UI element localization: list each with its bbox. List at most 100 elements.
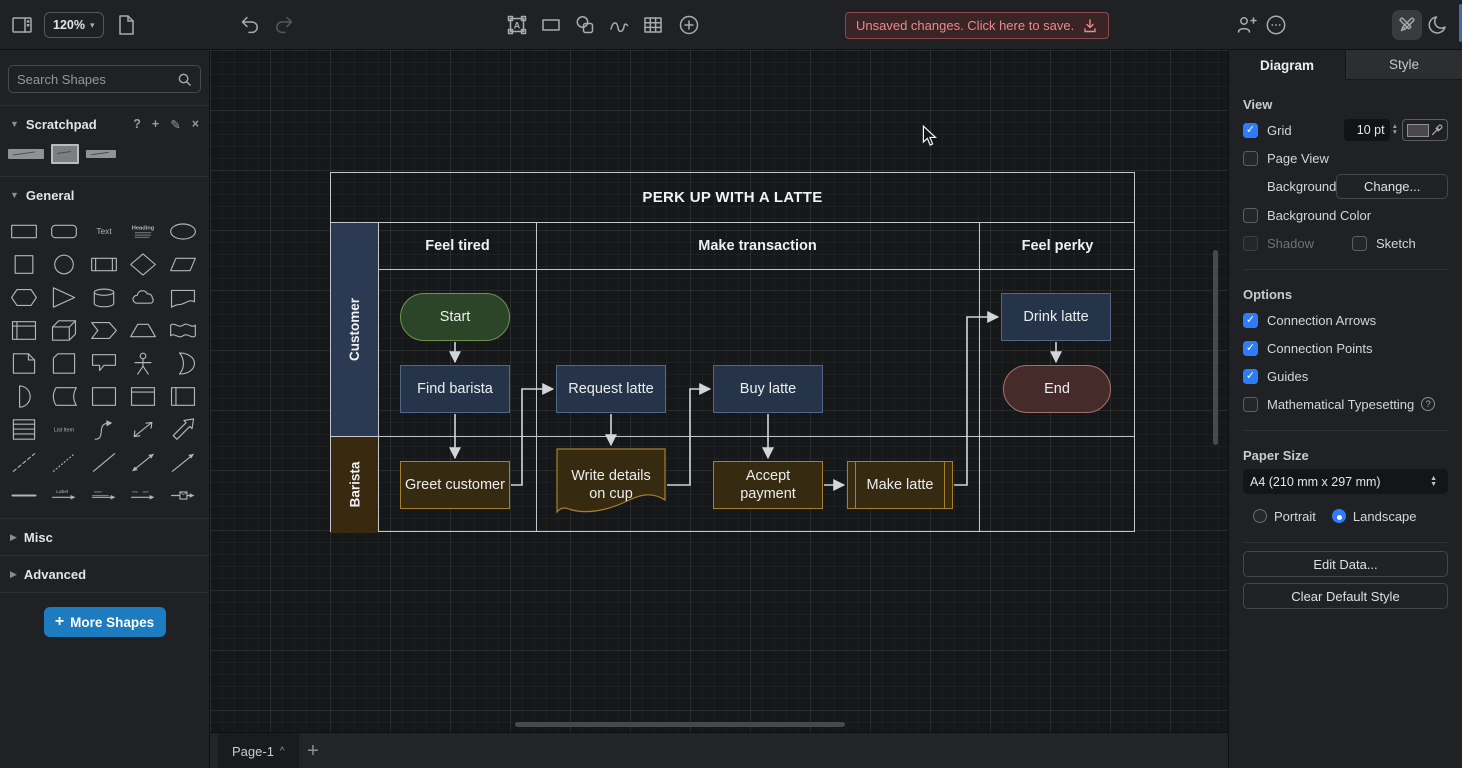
shape-internal-storage[interactable] <box>6 316 42 345</box>
shape-arrow[interactable] <box>165 415 201 444</box>
node-end[interactable]: End <box>1003 365 1111 413</box>
redo-icon[interactable] <box>272 13 296 37</box>
shape-rounded-rectangle[interactable] <box>46 217 82 246</box>
insert-table-icon[interactable] <box>641 13 665 37</box>
shape-list[interactable] <box>6 415 42 444</box>
shape-curve[interactable] <box>86 415 122 444</box>
shape-actor[interactable] <box>125 349 161 378</box>
tab-diagram[interactable]: Diagram <box>1229 50 1345 80</box>
lane-customer[interactable]: Customer <box>331 223 378 436</box>
shape-heading[interactable]: Heading <box>125 217 161 246</box>
phase-header[interactable]: Feel tired <box>379 223 536 269</box>
phase-header[interactable]: Make transaction <box>536 223 979 269</box>
node-drink-latte[interactable]: Drink latte <box>1001 293 1111 341</box>
shape-parallelogram[interactable] <box>165 250 201 279</box>
diagram-canvas[interactable]: PERK UP WITH A LATTE CustomerBarista Fee… <box>210 50 1228 732</box>
shape-rectangle[interactable] <box>6 217 42 246</box>
grid-size-stepper[interactable]: ▲▼ <box>1392 124 1398 136</box>
shape-note[interactable] <box>6 349 42 378</box>
shape-circle[interactable] <box>46 250 82 279</box>
portrait-radio[interactable] <box>1253 509 1267 523</box>
change-background-button[interactable]: Change... <box>1336 174 1448 199</box>
advanced-section-header[interactable]: ▶ Advanced <box>0 556 209 592</box>
shape-cloud[interactable] <box>125 283 161 312</box>
connection-arrows-checkbox[interactable] <box>1243 313 1258 328</box>
mathematical-typesetting-checkbox[interactable] <box>1243 397 1258 412</box>
undo-icon[interactable] <box>238 13 262 37</box>
edit-data-button[interactable]: Edit Data... <box>1243 551 1448 577</box>
insert-shape-icon[interactable] <box>573 13 597 37</box>
scratchpad-item[interactable] <box>86 150 116 158</box>
shape-triangle[interactable] <box>46 283 82 312</box>
freehand-draw-icon[interactable] <box>607 13 631 37</box>
guides-checkbox[interactable] <box>1243 369 1258 384</box>
shape-ellipse[interactable] <box>165 217 201 246</box>
shape-horizontal-line[interactable] <box>6 481 42 510</box>
drawing-tools-button[interactable] <box>1392 10 1422 40</box>
shape-list-item[interactable]: List Item <box>46 415 82 444</box>
shape-vertical-container[interactable] <box>165 382 201 411</box>
shape-process[interactable] <box>86 250 122 279</box>
scratchpad-section-header[interactable]: ▼ Scratchpad ?+✎× <box>0 106 209 142</box>
insert-rectangle-icon[interactable] <box>539 13 563 37</box>
horizontal-scrollbar[interactable] <box>515 722 845 727</box>
shape-link-with-label[interactable] <box>125 481 161 510</box>
node-accept-payment[interactable]: Accept payment <box>713 461 823 509</box>
node-find-barista[interactable]: Find barista <box>400 365 510 413</box>
node-buy-latte[interactable]: Buy latte <box>713 365 823 413</box>
shadow-checkbox[interactable] <box>1243 236 1258 251</box>
shape-card[interactable] <box>46 349 82 378</box>
shape-container[interactable] <box>86 382 122 411</box>
shape-and[interactable] <box>6 382 42 411</box>
clear-default-style-button[interactable]: Clear Default Style <box>1243 583 1448 609</box>
add-icon[interactable]: + <box>152 117 159 132</box>
node-start[interactable]: Start <box>400 293 510 341</box>
unsaved-changes-button[interactable]: Unsaved changes. Click here to save. <box>845 12 1109 39</box>
shape-cube[interactable] <box>46 316 82 345</box>
pool-title[interactable]: PERK UP WITH A LATTE <box>331 173 1134 223</box>
shape-callout[interactable] <box>86 349 122 378</box>
shape-square[interactable] <box>6 250 42 279</box>
shape-arrow-with-label[interactable]: Label <box>46 481 82 510</box>
shape-text[interactable]: Text <box>86 217 122 246</box>
search-shapes-input[interactable]: Search Shapes <box>8 65 201 93</box>
shape-link[interactable] <box>86 481 122 510</box>
shape-cylinder[interactable] <box>86 283 122 312</box>
grid-color-button[interactable] <box>1402 119 1448 141</box>
shape-or[interactable] <box>165 349 201 378</box>
shape-dashed-line[interactable] <box>6 448 42 477</box>
more-options-icon[interactable] <box>1264 13 1288 37</box>
shape-bidirectional-connector[interactable] <box>125 448 161 477</box>
insert-text-icon[interactable]: A <box>505 13 529 37</box>
page-tab[interactable]: Page-1 ^ <box>218 733 299 768</box>
shape-step[interactable] <box>86 316 122 345</box>
node-request-latte[interactable]: Request latte <box>556 365 666 413</box>
general-section-header[interactable]: ▼ General <box>0 177 209 213</box>
tab-style[interactable]: Style <box>1345 50 1462 80</box>
node-greet-customer[interactable]: Greet customer <box>400 461 510 509</box>
format-panel-toggle-icon[interactable] <box>10 13 34 37</box>
sketch-checkbox[interactable] <box>1352 236 1367 251</box>
shape-document[interactable] <box>165 283 201 312</box>
shape-tape[interactable] <box>165 316 201 345</box>
phase-header[interactable]: Feel perky <box>979 223 1136 269</box>
shape-line[interactable] <box>86 448 122 477</box>
share-person-add-icon[interactable] <box>1234 13 1258 37</box>
node-make-latte[interactable]: Make latte <box>847 461 953 509</box>
paper-size-select[interactable]: A4 (210 mm x 297 mm) ▲▼ <box>1243 469 1448 494</box>
shape-data-storage[interactable] <box>46 382 82 411</box>
shape-hexagon[interactable] <box>6 283 42 312</box>
zoom-select[interactable]: 120% ▾ <box>44 12 104 38</box>
help-icon[interactable]: ? <box>133 117 141 132</box>
shape-diamond[interactable] <box>125 250 161 279</box>
misc-section-header[interactable]: ▶ Misc <box>0 519 209 555</box>
edit-pencil-icon[interactable]: ✎ <box>170 117 180 132</box>
shape-trapezoid[interactable] <box>125 316 161 345</box>
shape-container-title[interactable] <box>125 382 161 411</box>
dark-mode-moon-icon[interactable] <box>1426 13 1450 37</box>
scratchpad-item[interactable] <box>51 144 79 164</box>
add-page-button[interactable]: + <box>298 733 328 768</box>
shape-connector-with-symbol[interactable] <box>165 481 201 510</box>
background-color-checkbox[interactable] <box>1243 208 1258 223</box>
node-write-details[interactable]: Write details on cup <box>556 448 666 518</box>
